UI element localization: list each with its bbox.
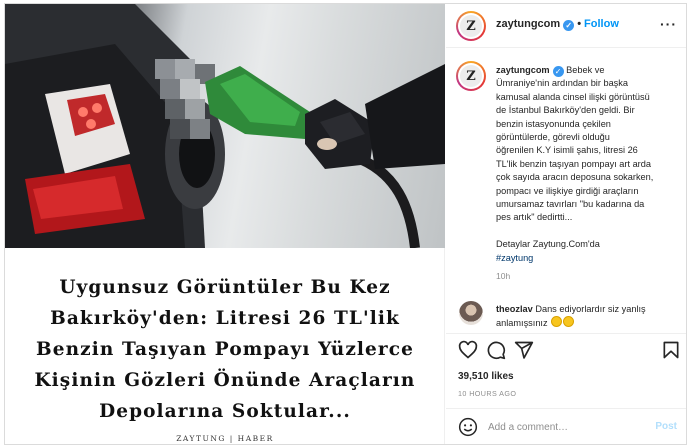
fuel-nozzle-photo bbox=[5, 4, 445, 248]
caption-text: çok sayıda aracın deposuna sokarken, bbox=[496, 172, 654, 183]
headline-line: Kişinin Gözleri Önünde Araçların bbox=[34, 370, 416, 391]
comment-item: theozlav Dans ediyorlardır siz yanlış an… bbox=[496, 303, 676, 331]
caption-text: TL'lik benzin taşıyan pompayı art arda bbox=[496, 158, 651, 169]
caption-username[interactable]: zaytungcom bbox=[496, 65, 550, 75]
laughing-emoji-icon bbox=[551, 316, 563, 328]
comment-username[interactable]: theozlav bbox=[496, 304, 533, 314]
post-caption: zaytungcom ✓ Bebek ve Ümraniye'nin ardınd… bbox=[496, 64, 676, 265]
header-username[interactable]: zaytungcom bbox=[496, 18, 560, 30]
bookmark-icon[interactable] bbox=[661, 340, 681, 360]
caption-text: pes artık" dedirtti... bbox=[496, 212, 573, 223]
hashtag-link[interactable]: #zaytung bbox=[496, 253, 533, 263]
share-icon[interactable] bbox=[514, 340, 534, 360]
zaytung-logo: Z bbox=[460, 15, 482, 37]
caption-text: Bebek ve bbox=[566, 65, 605, 75]
post-comment-button[interactable]: Post bbox=[655, 421, 677, 432]
comment-icon[interactable] bbox=[486, 340, 506, 360]
caption-text: öğrenilen K.Y isimli şahıs, litresi 26 bbox=[496, 145, 638, 156]
header-user-row: zaytungcom ✓ • Follow bbox=[496, 18, 619, 31]
comment-text: anlamışsınız bbox=[496, 318, 548, 329]
instagram-post-modal: Uygunsuz Görüntüler Bu Kez Bakırköy'den:… bbox=[4, 3, 687, 445]
headline-line: Benzin Taşıyan Pompayı Yüzlerce bbox=[35, 339, 415, 360]
likes-count[interactable]: 39,510 likes bbox=[458, 371, 514, 382]
caption-timestamp: 10h bbox=[496, 271, 511, 281]
caption-text: kamusal alanda cinsel ilişki görüntüsü bbox=[496, 91, 650, 102]
follow-button[interactable]: Follow bbox=[584, 18, 619, 30]
heart-icon[interactable] bbox=[458, 340, 478, 360]
avatar[interactable]: Z bbox=[456, 11, 486, 41]
add-comment-bar: Post bbox=[446, 408, 686, 444]
add-comment-input[interactable] bbox=[488, 418, 638, 436]
verified-badge-icon: ✓ bbox=[552, 66, 564, 77]
comments-section[interactable]: Z zaytungcom ✓ Bebek ve Ümraniye'nin ardı… bbox=[446, 49, 686, 333]
post-headline: Uygunsuz Görüntüler Bu Kez Bakırköy'den:… bbox=[5, 272, 445, 427]
headline-line: Depolarına Soktular... bbox=[99, 401, 351, 422]
post-header: Z zaytungcom ✓ • Follow ··· bbox=[446, 4, 686, 48]
post-media[interactable]: Uygunsuz Görüntüler Bu Kez Bakırköy'den:… bbox=[5, 4, 445, 444]
zaytung-logo: Z bbox=[460, 65, 482, 87]
verified-badge-icon: ✓ bbox=[563, 20, 575, 31]
caption-text: pompacı ve ilişkiye girdiği araçların bbox=[496, 185, 639, 196]
caption-text: umursamaz tavırları "bu kadarına da bbox=[496, 199, 645, 210]
caption-text: de İstanbul Bakırköy'den geldi. Bir bbox=[496, 105, 635, 116]
post-photo bbox=[5, 4, 445, 248]
caption-details: Detaylar Zaytung.Com'da bbox=[496, 239, 600, 250]
caption-text: Ümraniye'nin ardından bir başka bbox=[496, 78, 628, 89]
headline-line: Bakırköy'den: Litresi 26 TL'lik bbox=[50, 308, 400, 329]
headline-line: Uygunsuz Görüntüler Bu Kez bbox=[59, 277, 391, 298]
caption-text: görüntülerde, görevli olduğu bbox=[496, 132, 610, 143]
emoji-smile-icon[interactable] bbox=[458, 417, 478, 437]
post-sidebar: Z zaytungcom ✓ • Follow ··· Z zaytungcom ✓ B… bbox=[446, 4, 686, 444]
laughing-emoji-icon bbox=[563, 316, 575, 328]
caption-avatar[interactable]: Z bbox=[456, 61, 486, 91]
separator-dot: • bbox=[577, 18, 582, 30]
commenter-avatar[interactable] bbox=[459, 301, 483, 325]
post-timestamp: 10 HOURS AGO bbox=[458, 389, 517, 398]
caption-text: benzin istasyonunda çekilen bbox=[496, 118, 611, 129]
more-options-icon[interactable]: ··· bbox=[660, 16, 677, 32]
comment-text: Dans ediyorlardır siz yanlış bbox=[535, 304, 646, 314]
post-credit: ZAYTUNG | HABER bbox=[176, 434, 274, 443]
